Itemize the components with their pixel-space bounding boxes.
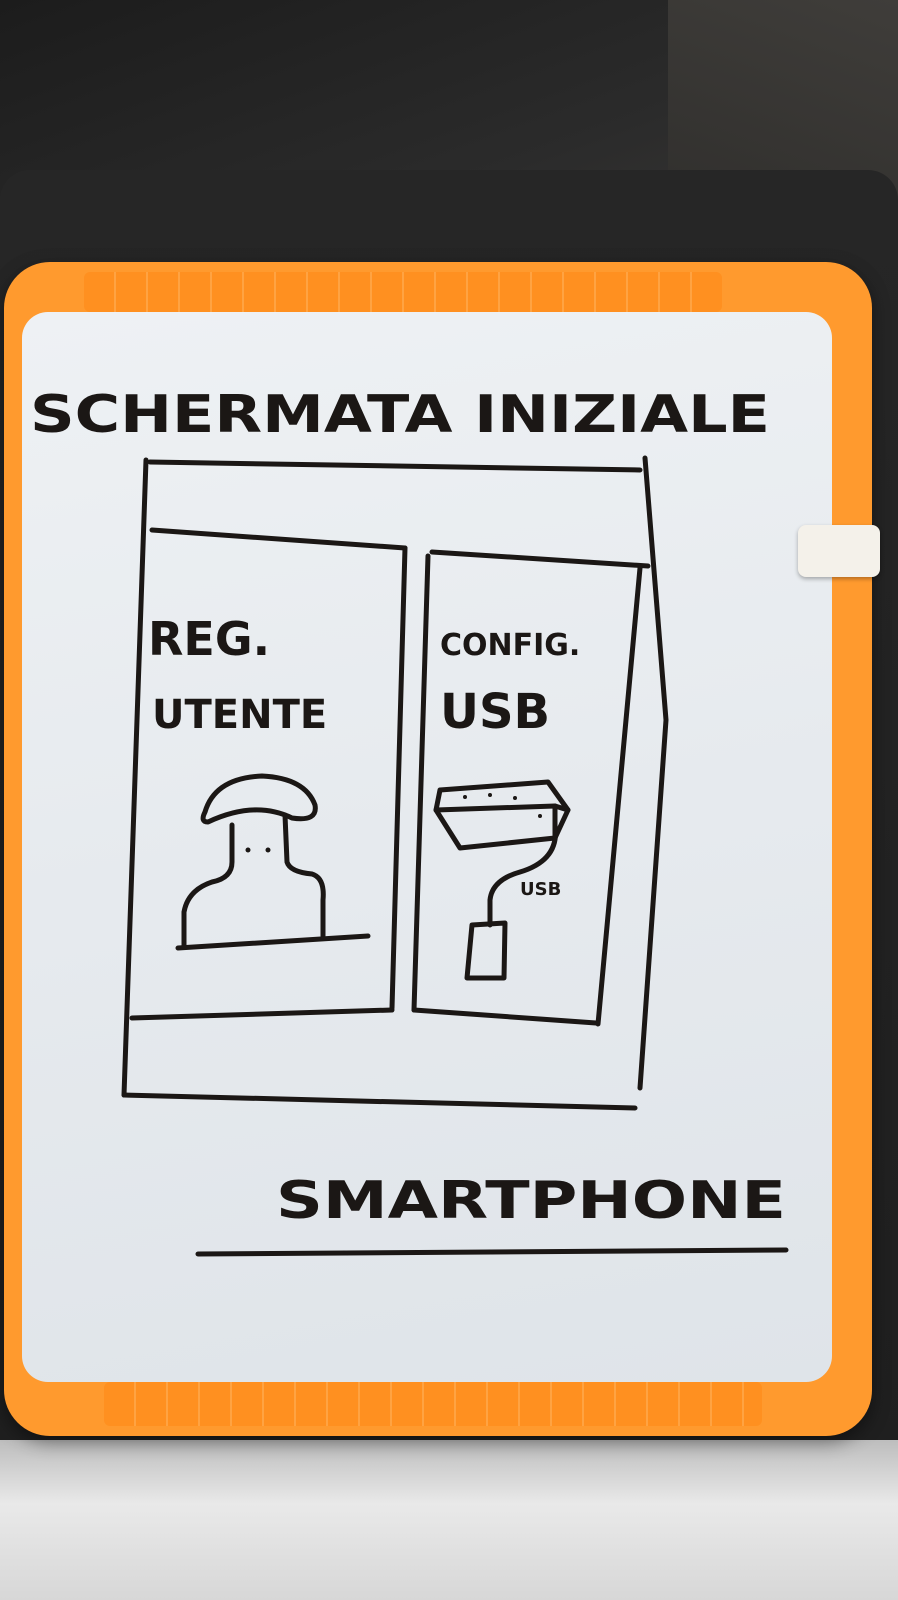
photo-scene: SCHERMATA INIZIALE REG. UTENTE CONFIG. U…	[0, 0, 898, 1600]
usb-cable-label: USB	[520, 879, 561, 900]
right-panel-line2: USB	[440, 684, 550, 740]
right-panel-line1: CONFIG.	[440, 628, 580, 663]
left-panel-line2: UTENTE	[152, 692, 327, 738]
user-icon	[175, 773, 371, 951]
left-panel-line1: REG.	[148, 612, 270, 666]
title-text: SCHERMATA INIZIALE	[30, 385, 770, 445]
whiteboard-drawing: SCHERMATA INIZIALE REG. UTENTE CONFIG. U…	[30, 385, 789, 1257]
phone-outline	[121, 455, 669, 1111]
caption-text: SMARTPHONE	[276, 1171, 786, 1231]
caption-underline	[195, 1247, 789, 1257]
